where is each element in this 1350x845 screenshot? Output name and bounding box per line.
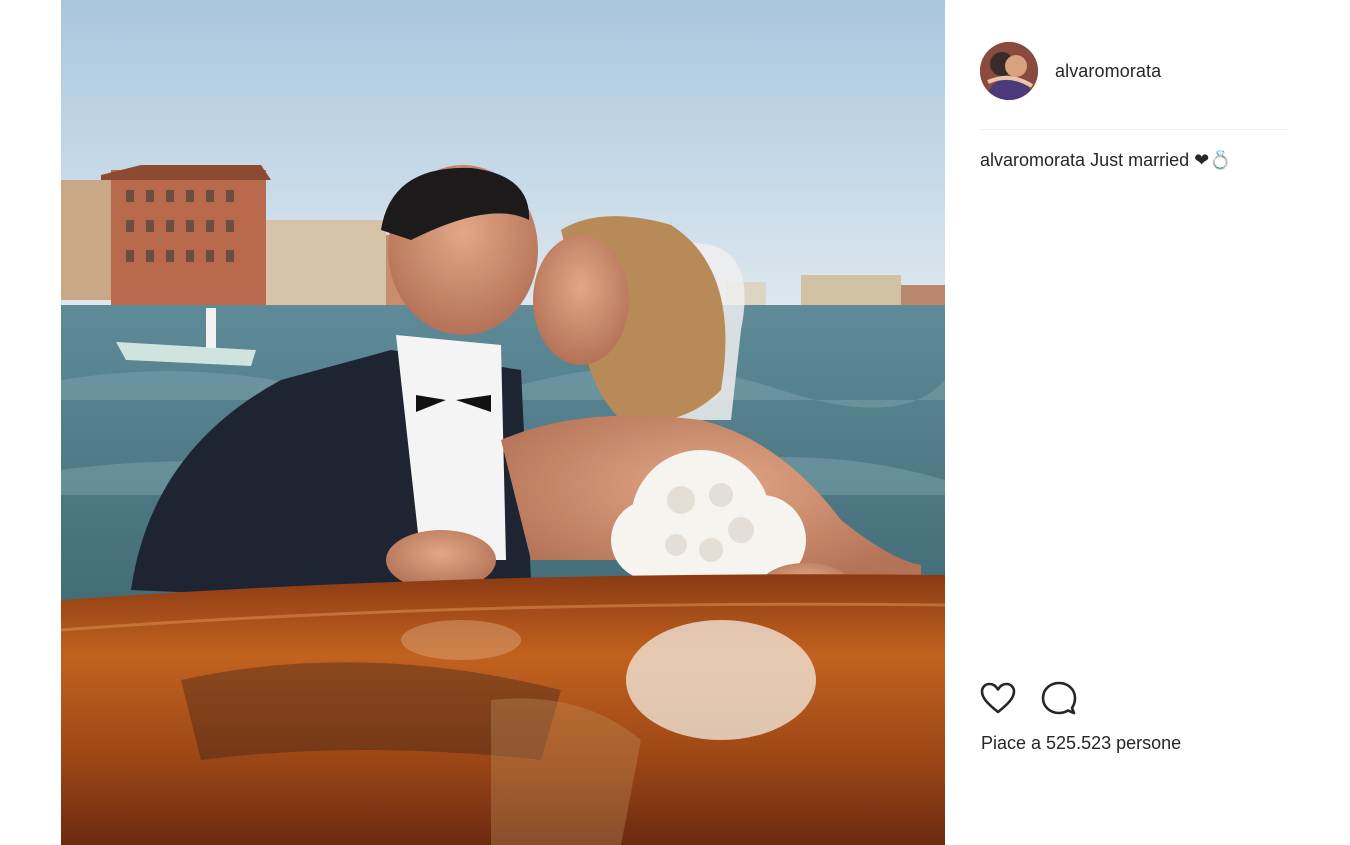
instagram-post: alvaromorata alvaromorata Just married ❤… bbox=[0, 0, 1350, 845]
header-divider bbox=[980, 129, 1288, 130]
comment-button[interactable] bbox=[1041, 680, 1077, 716]
like-button[interactable] bbox=[980, 680, 1016, 716]
avatar-image bbox=[980, 42, 1038, 100]
username-link[interactable]: alvaromorata bbox=[1055, 61, 1161, 82]
caption-username-link[interactable]: alvaromorata bbox=[980, 150, 1085, 170]
post-caption: alvaromorata Just married ❤💍 bbox=[980, 150, 1232, 171]
heart-outline-icon bbox=[980, 682, 1016, 714]
post-photo-image bbox=[61, 0, 945, 845]
post-side-panel: alvaromorata alvaromorata Just married ❤… bbox=[980, 0, 1288, 845]
post-photo[interactable] bbox=[61, 0, 945, 845]
post-actions bbox=[980, 680, 1102, 716]
likes-count[interactable]: Piace a 525.523 persone bbox=[981, 733, 1181, 754]
caption-text: Just married ❤💍 bbox=[1090, 150, 1232, 170]
avatar[interactable] bbox=[980, 42, 1038, 100]
comment-bubble-icon bbox=[1041, 681, 1077, 715]
post-header: alvaromorata bbox=[980, 41, 1161, 101]
